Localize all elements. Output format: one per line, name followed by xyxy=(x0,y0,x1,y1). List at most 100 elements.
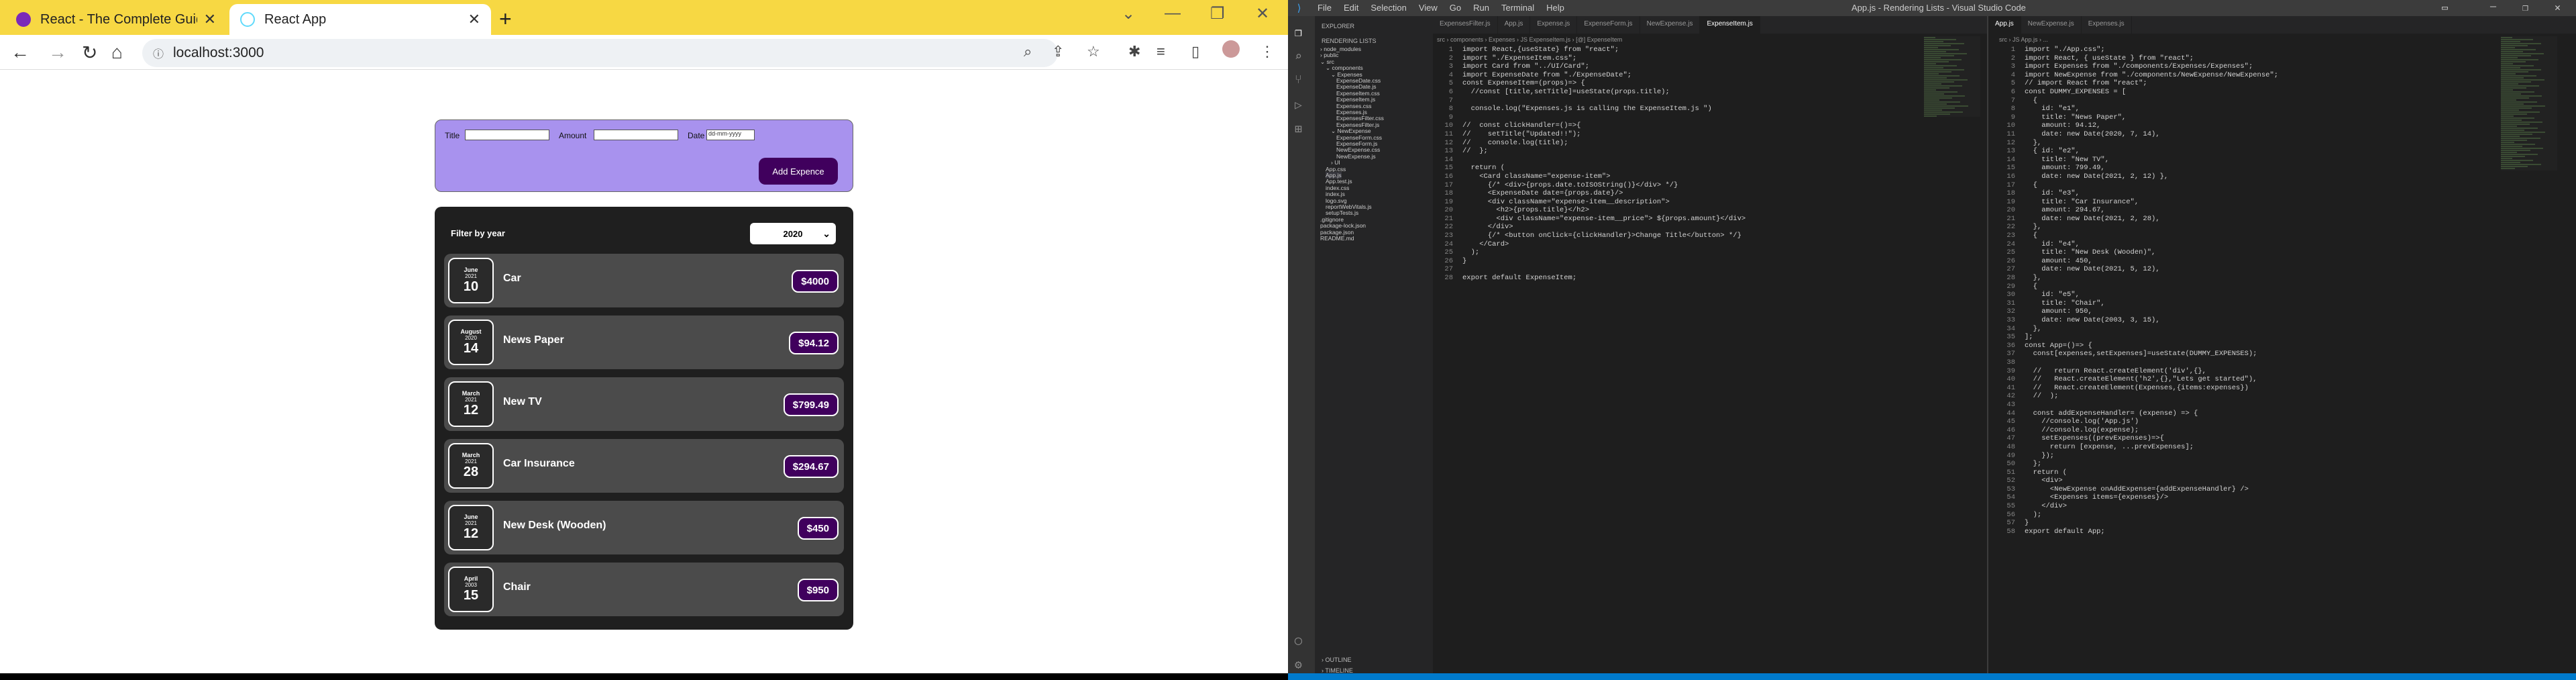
tab-react-app[interactable]: React App ✕ xyxy=(229,4,491,35)
status-bar xyxy=(1288,673,2576,680)
vscode-logo-icon: ⟩ xyxy=(1296,3,1303,15)
minimize-icon[interactable]: — xyxy=(2490,1,2496,13)
bookmark-star-icon[interactable]: ☆ xyxy=(1087,43,1100,60)
expense-item: March 2021 28 Car Insurance $294.67 xyxy=(444,439,844,493)
run-debug-icon[interactable]: ▷ xyxy=(1295,98,1302,113)
editor-tab[interactable]: App.js xyxy=(1988,16,2021,34)
expense-month: March xyxy=(462,390,480,397)
layout-icon[interactable]: ▭ xyxy=(2442,1,2448,14)
media-icon[interactable]: ≡ xyxy=(1157,43,1165,60)
amount-input[interactable] xyxy=(594,130,678,140)
file-tree-item[interactable]: README.md xyxy=(1320,235,1354,242)
expense-year: 2021 xyxy=(465,458,477,465)
activity-bar: ❐ ⌕ ⑂ ▷ ⊞ ◯ ⚙ xyxy=(1288,16,1315,680)
menu-item[interactable]: Terminal xyxy=(1501,3,1534,13)
expense-item: April 2003 15 Chair $950 xyxy=(444,563,844,616)
right-minimap[interactable] xyxy=(2501,36,2557,171)
extensions-icon[interactable]: ✱ xyxy=(1128,43,1140,60)
close-tab-icon[interactable]: ✕ xyxy=(468,11,480,28)
zoom-icon[interactable]: ⌕ xyxy=(1024,43,1032,60)
right-code-editor[interactable]: import "./App.css"; import React, { useS… xyxy=(2025,46,2278,536)
expense-month: April xyxy=(464,575,478,582)
expense-month: June xyxy=(464,266,478,273)
editor-tab[interactable]: App.js xyxy=(1498,16,1531,34)
expense-title: Chair xyxy=(503,581,531,593)
menu-item[interactable]: Run xyxy=(1473,3,1489,13)
forward-icon[interactable]: → xyxy=(48,42,67,63)
left-minimap[interactable] xyxy=(1924,36,1980,117)
browser-window: React - The Complete Guide (inc ✕ React … xyxy=(0,0,1288,680)
filter-label: Filter by year xyxy=(451,228,505,238)
expense-price: $4000 xyxy=(792,270,839,293)
expense-title: Car xyxy=(503,273,521,284)
side-panel-icon[interactable]: ▯ xyxy=(1191,43,1199,60)
bottom-edge xyxy=(0,673,1288,680)
title-input[interactable] xyxy=(465,130,549,140)
reload-icon[interactable]: ↻ xyxy=(82,42,97,64)
selected-year: 2020 xyxy=(783,228,803,239)
expense-day: 10 xyxy=(463,279,479,294)
explorer-icon[interactable]: ❐ xyxy=(1295,26,1302,40)
udemy-icon xyxy=(16,12,31,27)
maximize-icon[interactable]: ❐ xyxy=(1210,4,1225,23)
minimize-icon[interactable]: — xyxy=(1165,4,1181,23)
share-icon[interactable]: ⇪ xyxy=(1052,43,1064,60)
expense-price: $450 xyxy=(797,517,839,540)
editor-tab[interactable]: ExpenseItem.js xyxy=(1700,16,1760,34)
expense-day: 12 xyxy=(463,403,479,418)
left-code-editor[interactable]: import React,{useState} from "react"; im… xyxy=(1462,46,1746,283)
close-tab-icon[interactable]: ✕ xyxy=(204,11,216,28)
expense-day: 12 xyxy=(463,526,479,541)
expense-item: June 2021 10 Car $4000 xyxy=(444,254,844,307)
editor-tab[interactable]: Expenses.js xyxy=(2082,16,2132,34)
maximize-icon[interactable]: ❐ xyxy=(2522,1,2528,14)
new-tab-button[interactable]: + xyxy=(499,7,512,32)
editor-tab[interactable]: ExpensesFilter.js xyxy=(1433,16,1498,34)
tab-react-guide[interactable]: React - The Complete Guide (inc ✕ xyxy=(5,4,227,35)
outline-section[interactable]: › OUTLINE xyxy=(1322,657,1352,663)
left-breadcrumb: src › components › Expenses › JS Expense… xyxy=(1437,36,1623,43)
file-tree-item[interactable]: NewExpense.js xyxy=(1336,153,1376,160)
expense-date: June 2021 10 xyxy=(448,258,494,303)
editor-tab[interactable]: ExpenseForm.js xyxy=(1577,16,1640,34)
year-filter-select[interactable]: 2020 ⌄ xyxy=(750,223,836,244)
close-window-icon[interactable]: ✕ xyxy=(2555,1,2561,14)
expense-title: New Desk (Wooden) xyxy=(503,520,606,531)
expense-price: $294.67 xyxy=(783,455,839,478)
settings-gear-icon[interactable]: ⚙ xyxy=(1295,658,1302,673)
menu-item[interactable]: Selection xyxy=(1371,3,1406,13)
menu-item[interactable]: View xyxy=(1419,3,1438,13)
menu-item[interactable]: Go xyxy=(1450,3,1461,13)
expense-year: 2003 xyxy=(465,582,477,588)
menu-item[interactable]: Help xyxy=(1546,3,1564,13)
tab-search-icon[interactable]: ⌄ xyxy=(1122,4,1135,23)
profile-avatar[interactable] xyxy=(1222,40,1240,58)
home-icon[interactable]: ⌂ xyxy=(111,42,123,63)
account-icon[interactable]: ◯ xyxy=(1295,634,1302,648)
left-editor-tabs: ExpensesFilter.js App.js Expense.js Expense… xyxy=(1433,16,1987,34)
date-input[interactable]: dd-mm-yyyy xyxy=(706,130,755,140)
extensions-icon[interactable]: ⊞ xyxy=(1295,122,1302,137)
editor-tab[interactable]: NewExpense.js xyxy=(1640,16,1701,34)
editor-group-divider[interactable] xyxy=(1987,16,1988,680)
editor-tab[interactable]: NewExpense.js xyxy=(2021,16,2082,34)
add-expense-button[interactable]: Add Expence xyxy=(759,158,838,185)
source-control-icon[interactable]: ⑂ xyxy=(1295,74,1302,87)
menu-item[interactable]: Edit xyxy=(1344,3,1358,13)
back-icon[interactable]: ← xyxy=(11,42,30,63)
address-bar[interactable]: ⓘ localhost:3000 xyxy=(142,39,1058,67)
menu-item[interactable]: File xyxy=(1318,3,1332,13)
expense-date: April 2003 15 xyxy=(448,567,494,612)
right-editor-tabs: App.js NewExpense.js Expenses.js xyxy=(1988,16,2576,34)
react-icon xyxy=(240,12,255,27)
expense-year: 2020 xyxy=(465,335,477,341)
site-info-icon[interactable]: ⓘ xyxy=(153,45,164,61)
tab-strip: React - The Complete Guide (inc ✕ React … xyxy=(0,0,1288,35)
project-name[interactable]: RENDERING LISTS xyxy=(1322,38,1377,44)
editor-tab[interactable]: Expense.js xyxy=(1530,16,1578,34)
expense-date: August 2020 14 xyxy=(448,320,494,365)
close-window-icon[interactable]: ✕ xyxy=(1256,4,1269,23)
search-icon[interactable]: ⌕ xyxy=(1295,50,1302,64)
expense-title: New TV xyxy=(503,396,542,407)
more-menu-icon[interactable]: ⋮ xyxy=(1260,43,1275,60)
